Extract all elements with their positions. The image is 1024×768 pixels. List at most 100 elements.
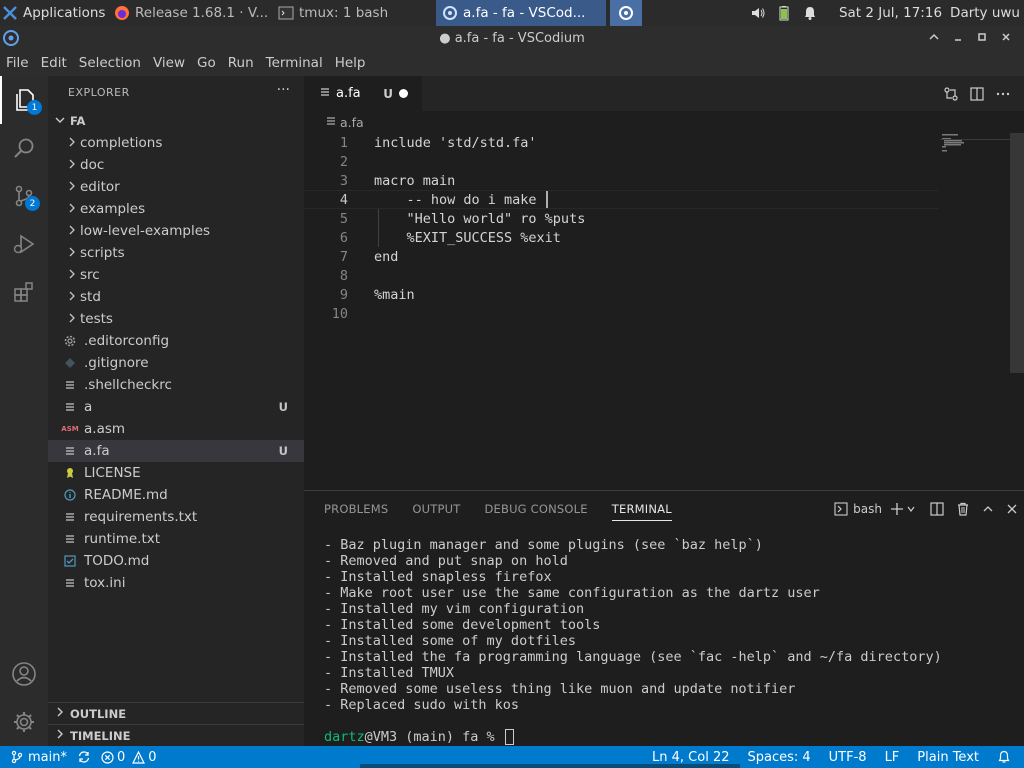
tab-output[interactable]: OUTPUT	[412, 502, 460, 516]
menu-go[interactable]: Go	[191, 55, 222, 71]
tree-item-requirements-txt[interactable]: requirements.txt	[48, 506, 304, 528]
maximize-panel-icon[interactable]	[982, 503, 994, 515]
applications-menu[interactable]: Applications	[0, 0, 108, 26]
editor-scrollbar[interactable]	[1010, 133, 1024, 373]
new-terminal-icon[interactable]	[890, 502, 904, 516]
tree-item-runtime-txt[interactable]: runtime.txt	[48, 528, 304, 550]
tree-item-a-asm[interactable]: ASM a.asm	[48, 418, 304, 440]
chevron-up-icon[interactable]	[922, 31, 946, 46]
unsaved-dot-icon[interactable]	[399, 89, 408, 98]
activity-source-control[interactable]: 2	[0, 172, 48, 220]
activity-run-debug[interactable]	[0, 220, 48, 268]
activity-extensions[interactable]	[0, 268, 48, 316]
activity-search[interactable]	[0, 124, 48, 172]
taskbar-vscodium-small[interactable]	[610, 0, 642, 26]
horizontal-scrollbar[interactable]	[360, 764, 740, 768]
tree-item-label: doc	[80, 157, 105, 173]
close-panel-icon[interactable]	[1006, 503, 1018, 515]
code-line[interactable]: 1 include 'std/std.fa'	[304, 133, 938, 152]
tree-item-src[interactable]: src	[48, 264, 304, 286]
status-indentation[interactable]: Spaces: 4	[738, 746, 819, 768]
close-icon[interactable]	[994, 31, 1018, 46]
tab-debug-console[interactable]: DEBUG CONSOLE	[484, 502, 587, 516]
menu-run[interactable]: Run	[222, 55, 260, 71]
tree-item-doc[interactable]: doc	[48, 154, 304, 176]
outline-section[interactable]: OUTLINE	[48, 702, 304, 724]
menu-help[interactable]: Help	[329, 55, 372, 71]
tree-item-label: src	[80, 267, 100, 283]
code-line[interactable]: 10	[304, 304, 938, 323]
open-changes-icon[interactable]	[938, 86, 964, 102]
split-editor-icon[interactable]	[964, 86, 990, 102]
terminal-prompt[interactable]: dartz @VM3 (main) fa %	[324, 729, 514, 745]
file-lines-icon	[62, 446, 78, 456]
tree-item-todo-md[interactable]: TODO.md	[48, 550, 304, 572]
tree-item-editor[interactable]: editor	[48, 176, 304, 198]
more-actions-icon[interactable]: ···	[277, 82, 290, 98]
code-line[interactable]: 8	[304, 266, 938, 285]
menu-terminal[interactable]: Terminal	[260, 55, 329, 71]
notifications-icon[interactable]	[797, 0, 823, 26]
status-problems[interactable]: 0 0	[96, 746, 162, 768]
tree-item-a[interactable]: aU	[48, 396, 304, 418]
folder-header[interactable]: FA	[48, 110, 304, 132]
code-line[interactable]: 9 %main	[304, 285, 938, 304]
trash-icon[interactable]	[956, 502, 970, 516]
timeline-section[interactable]: TIMELINE	[48, 724, 304, 746]
breadcrumb-file[interactable]: a.fa	[340, 115, 364, 130]
status-language[interactable]: Plain Text	[908, 746, 988, 768]
status-encoding[interactable]: UTF-8	[820, 746, 876, 768]
activity-manage[interactable]	[0, 698, 48, 746]
tree-item-tests[interactable]: tests	[48, 308, 304, 330]
tab-a-fa[interactable]: a.fa U	[304, 76, 422, 111]
clock[interactable]: Sat 2 Jul, 17:16	[823, 5, 950, 21]
tree-item-tox-ini[interactable]: tox.ini	[48, 572, 304, 594]
status-eol[interactable]: LF	[876, 746, 909, 768]
tree-item-scripts[interactable]: scripts	[48, 242, 304, 264]
taskbar-tmux[interactable]: tmux: 1 bash	[272, 0, 432, 26]
volume-icon[interactable]	[745, 0, 771, 26]
menu-selection[interactable]: Selection	[73, 55, 147, 71]
taskbar-vscodium[interactable]: a.fa - fa - VSCod...	[436, 0, 606, 26]
menu-view[interactable]: View	[147, 55, 191, 71]
tree-item-editorconfig[interactable]: .editorconfig	[48, 330, 304, 352]
maximize-icon[interactable]	[970, 31, 994, 46]
battery-icon[interactable]	[771, 0, 797, 26]
menu-file[interactable]: File	[0, 55, 35, 71]
activity-explorer[interactable]: 1	[0, 76, 48, 124]
tree-item-completions[interactable]: completions	[48, 132, 304, 154]
menu-edit[interactable]: Edit	[35, 55, 73, 71]
chevron-down-icon[interactable]	[906, 504, 916, 514]
taskbar-firefox[interactable]: Release 1.68.1 · V...	[108, 0, 272, 26]
tree-item-a-fa[interactable]: a.fa U	[48, 440, 304, 462]
terminal-output[interactable]: - Baz plugin manager and some plugins (s…	[324, 537, 1014, 713]
more-actions-icon[interactable]	[990, 86, 1016, 102]
error-count: 0	[116, 749, 126, 765]
minimize-icon[interactable]	[946, 31, 970, 46]
tree-item-low-level-examples[interactable]: low-level-examples	[48, 220, 304, 242]
code-line[interactable]: 5 "Hello world" ro %puts	[304, 209, 938, 228]
user-menu[interactable]: Darty uwu	[950, 5, 1024, 21]
status-branch[interactable]: main*	[5, 746, 72, 768]
prompt-user: dartz	[324, 729, 365, 745]
code-line[interactable]: 7 end	[304, 247, 938, 266]
minimap[interactable]	[940, 133, 1010, 163]
terminal-shell-selector[interactable]: bash	[834, 502, 882, 516]
code-editor[interactable]: 1 include 'std/std.fa' 2 3 macro main 4 -- ho…	[304, 133, 1024, 490]
bell-icon[interactable]	[988, 746, 1020, 768]
tree-item-examples[interactable]: examples	[48, 198, 304, 220]
code-line[interactable]: 4 -- how do i make	[304, 190, 938, 209]
sync-icon[interactable]	[72, 746, 96, 768]
tree-item-std[interactable]: std	[48, 286, 304, 308]
code-line[interactable]: 2	[304, 152, 938, 171]
code-line[interactable]: 6 %EXIT_SUCCESS %exit	[304, 228, 938, 247]
tree-item-license[interactable]: LICENSE	[48, 462, 304, 484]
tab-terminal[interactable]: TERMINAL	[611, 497, 672, 521]
tab-problems[interactable]: PROBLEMS	[324, 502, 388, 516]
tree-item-readme-md[interactable]: README.md	[48, 484, 304, 506]
split-terminal-icon[interactable]	[930, 501, 944, 516]
code-line[interactable]: 3 macro main	[304, 171, 938, 190]
tree-item-gitignore[interactable]: .gitignore	[48, 352, 304, 374]
tree-item-shellcheckrc[interactable]: .shellcheckrc	[48, 374, 304, 396]
activity-accounts[interactable]	[0, 650, 48, 698]
